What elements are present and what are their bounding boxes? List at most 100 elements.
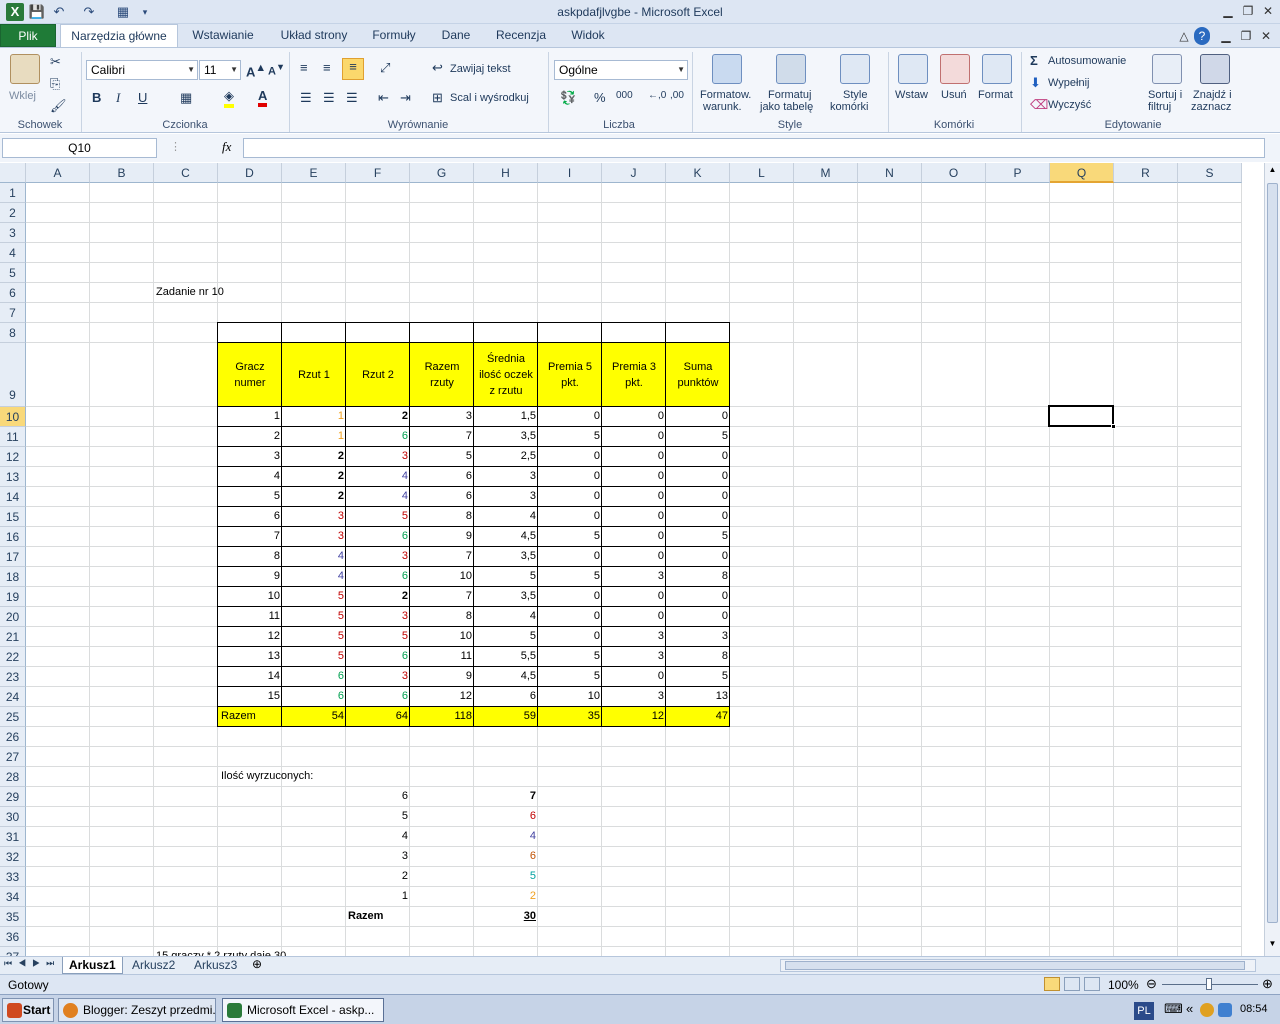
table-data-cell[interactable]: 0 (538, 407, 602, 427)
table-data-cell[interactable]: 0 (666, 447, 730, 467)
total-cell[interactable]: 59 (474, 707, 538, 727)
active-cell-cursor[interactable] (1048, 405, 1114, 427)
tab-view[interactable]: Widok (562, 24, 614, 47)
table-data-cell[interactable]: 8 (666, 647, 730, 667)
formula-input[interactable] (243, 138, 1265, 158)
table-data-cell[interactable]: 9 (410, 667, 474, 687)
delete-button[interactable]: Usuń (941, 89, 967, 101)
page-layout-view-icon[interactable] (1064, 977, 1080, 991)
column-header-n[interactable]: N (858, 163, 922, 183)
column-header-k[interactable]: K (666, 163, 730, 183)
table-data-cell[interactable]: 5 (666, 527, 730, 547)
delete-cells-icon[interactable] (940, 54, 970, 84)
tab-insert[interactable]: Wstawianie (184, 24, 262, 47)
cell-styles-icon[interactable] (840, 54, 870, 84)
sort-line2[interactable]: filtruj (1148, 101, 1171, 113)
table-data-cell[interactable]: 5 (410, 447, 474, 467)
cond-format-line2[interactable]: warunk. (703, 101, 742, 113)
table-data-cell[interactable]: 0 (602, 667, 666, 687)
merge-center-button[interactable]: Scal i wyśrodkuj (450, 92, 529, 104)
note-cell[interactable]: 15 graczy * 2 rzuty daje 30 (154, 947, 286, 956)
table-data-cell[interactable]: 2 (282, 487, 346, 507)
table-data-cell[interactable]: 7 (410, 427, 474, 447)
format-button[interactable]: Format (978, 89, 1013, 101)
table-data-cell[interactable]: 15 (218, 687, 282, 707)
table-data-cell[interactable]: 4,5 (474, 667, 538, 687)
table-data-cell[interactable]: 9 (218, 567, 282, 587)
row-header-13[interactable]: 13 (0, 467, 26, 487)
count-value-cell[interactable]: 5 (474, 867, 538, 887)
table-data-cell[interactable]: 0 (538, 467, 602, 487)
table-data-cell[interactable]: 5 (538, 527, 602, 547)
format-table-line1[interactable]: Formatuj (768, 89, 811, 101)
paste-button[interactable]: Wklej (9, 90, 36, 102)
row-header-3[interactable]: 3 (0, 223, 26, 243)
table-data-cell[interactable]: 3 (602, 567, 666, 587)
horizontal-scrollbar[interactable] (780, 959, 1256, 972)
table-data-cell[interactable]: 4 (474, 607, 538, 627)
table-data-cell[interactable]: 0 (538, 507, 602, 527)
table-data-cell[interactable]: 1 (218, 407, 282, 427)
table-data-cell[interactable]: 4,5 (474, 527, 538, 547)
table-data-cell[interactable]: 2 (346, 587, 410, 607)
table-data-cell[interactable]: 4 (474, 507, 538, 527)
count-value-cell[interactable]: 6 (474, 847, 538, 867)
align-bottom-icon[interactable]: ≡ (342, 58, 364, 80)
table-header-cell[interactable]: Gracz numer (218, 343, 282, 407)
count-face-cell[interactable]: 6 (346, 787, 410, 807)
table-data-cell[interactable]: 0 (666, 547, 730, 567)
table-header-cell[interactable]: Suma punktów (666, 343, 730, 407)
tab-review[interactable]: Recenzja (490, 24, 552, 47)
table-data-cell[interactable]: 6 (282, 687, 346, 707)
row-header-30[interactable]: 30 (0, 807, 26, 827)
table-data-cell[interactable]: 0 (602, 427, 666, 447)
autosum-icon[interactable]: Σ (1030, 53, 1038, 68)
table-data-cell[interactable]: 3 (666, 627, 730, 647)
row-header-28[interactable]: 28 (0, 767, 26, 787)
scroll-up-icon[interactable]: ▲ (1267, 165, 1278, 179)
autosum-button[interactable]: Autosumowanie (1048, 55, 1126, 67)
table-data-cell[interactable]: 0 (602, 407, 666, 427)
increase-indent-icon[interactable]: ⇥ (400, 90, 411, 106)
table-data-cell[interactable]: 6 (410, 487, 474, 507)
row-header-29[interactable]: 29 (0, 787, 26, 807)
minimize-icon[interactable]: ▁ (1218, 2, 1238, 20)
table-data-cell[interactable]: 5 (282, 607, 346, 627)
font-name-combo[interactable]: Calibri ▼ (86, 60, 198, 80)
table-data-cell[interactable]: 3 (474, 487, 538, 507)
table-data-cell[interactable]: 5 (474, 567, 538, 587)
table-data-cell[interactable]: 12 (410, 687, 474, 707)
help-icon[interactable]: ? (1194, 27, 1210, 45)
tab-home[interactable]: Narzędzia główne (60, 24, 178, 47)
table-data-cell[interactable]: 0 (666, 587, 730, 607)
table-data-cell[interactable]: 12 (218, 627, 282, 647)
zoom-in-icon[interactable]: ⊕ (1262, 976, 1273, 992)
table-data-cell[interactable]: 0 (602, 467, 666, 487)
normal-view-icon[interactable] (1044, 977, 1060, 991)
row-header-15[interactable]: 15 (0, 507, 26, 527)
table-data-cell[interactable]: 11 (218, 607, 282, 627)
fill-handle[interactable] (1111, 424, 1116, 429)
column-header-r[interactable]: R (1114, 163, 1178, 183)
table-data-cell[interactable]: 0 (666, 407, 730, 427)
italic-icon[interactable]: I (116, 90, 120, 106)
table-data-cell[interactable]: 5 (218, 487, 282, 507)
table-data-cell[interactable]: 7 (410, 547, 474, 567)
decrease-indent-icon[interactable]: ⇤ (378, 90, 389, 106)
column-header-c[interactable]: C (154, 163, 218, 183)
table-data-cell[interactable]: 6 (410, 467, 474, 487)
row-header-14[interactable]: 14 (0, 487, 26, 507)
sheet-tab-2[interactable]: Arkusz2 (126, 957, 181, 974)
borders-icon[interactable]: ▦ (180, 90, 192, 106)
table-data-cell[interactable]: 0 (538, 627, 602, 647)
table-data-cell[interactable]: 3,5 (474, 427, 538, 447)
sort-line1[interactable]: Sortuj i (1148, 89, 1182, 101)
table-data-cell[interactable]: 3 (282, 527, 346, 547)
total-label[interactable]: Razem (218, 707, 282, 727)
cell-styles-line2[interactable]: komórki (830, 101, 869, 113)
table-data-cell[interactable]: 2 (218, 427, 282, 447)
row-header-18[interactable]: 18 (0, 567, 26, 587)
table-data-cell[interactable]: 5 (282, 627, 346, 647)
find-line1[interactable]: Znajdź i (1193, 89, 1232, 101)
table-data-cell[interactable]: 3 (410, 407, 474, 427)
